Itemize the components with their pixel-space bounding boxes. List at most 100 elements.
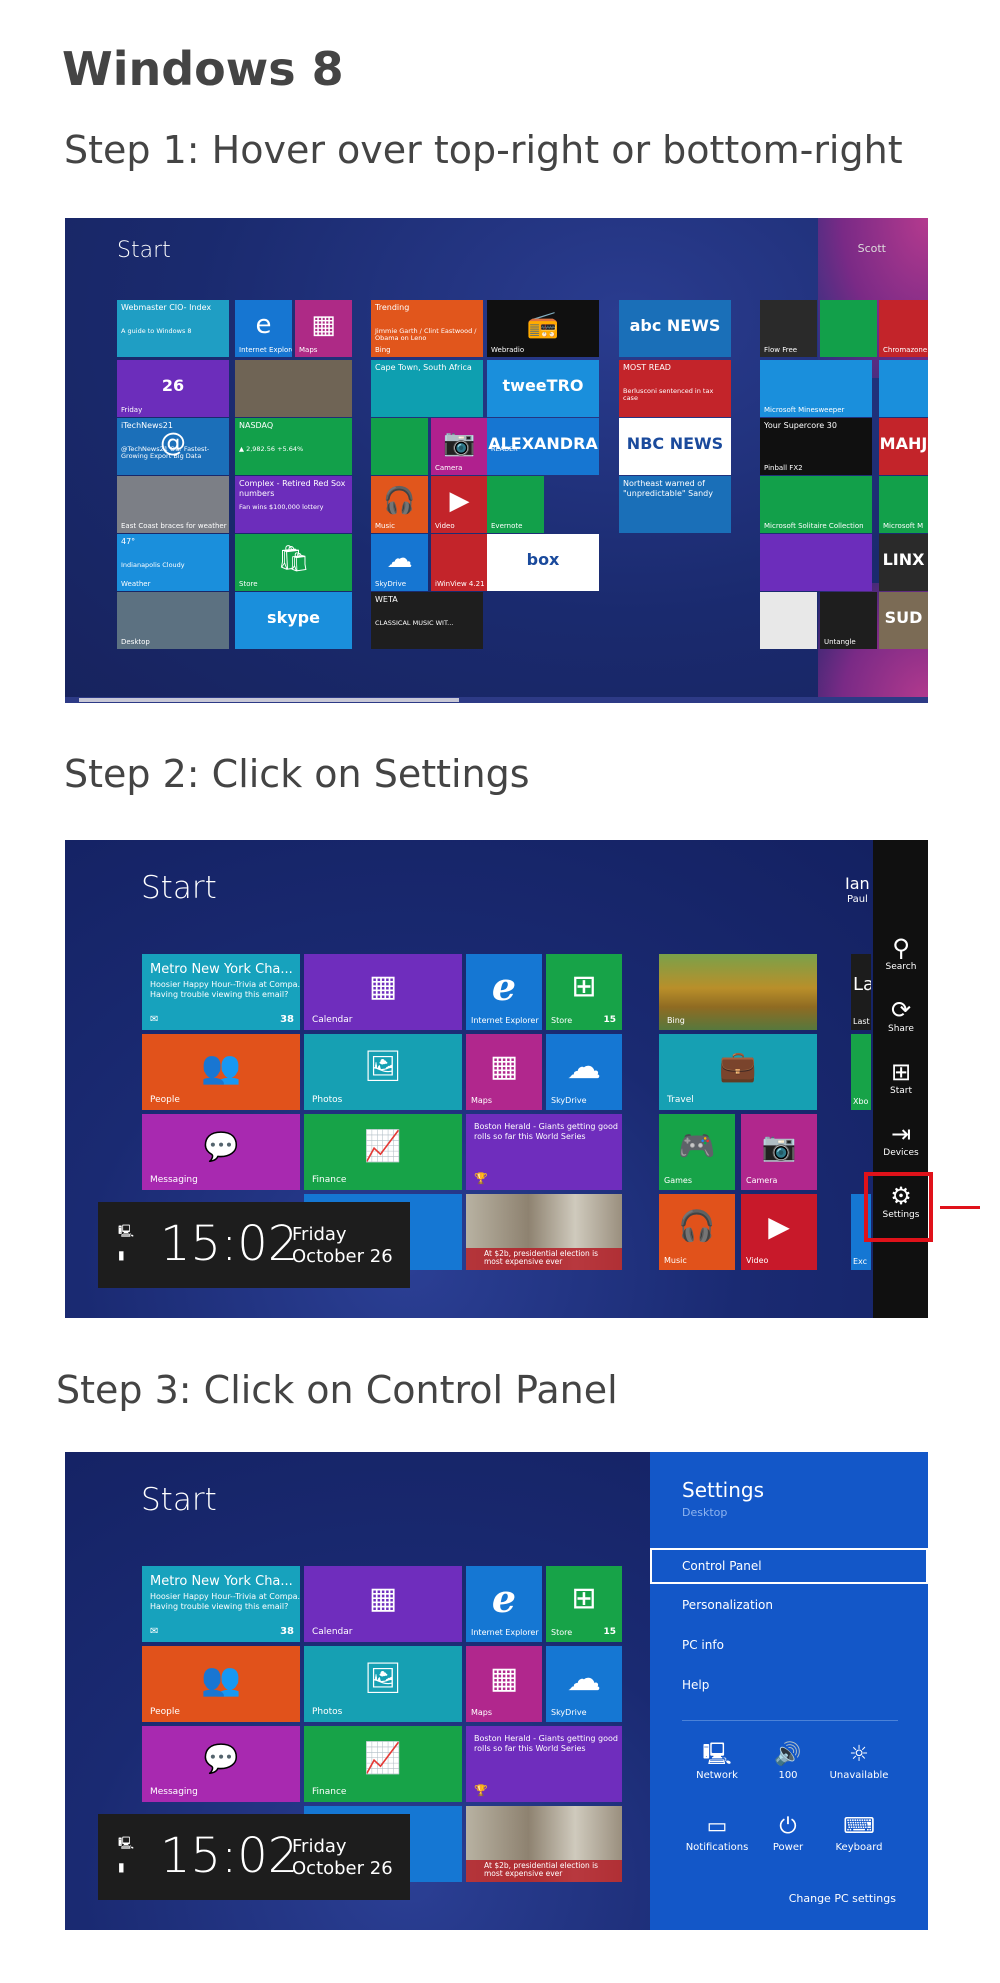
tile-store[interactable]: ⊞ Store 15 — [546, 1566, 622, 1642]
charm-start[interactable]: ⊞ Start — [871, 1058, 928, 1096]
start-tile[interactable]: 📻 Webradio — [487, 300, 599, 357]
scrollbar[interactable] — [65, 697, 928, 703]
start-tile[interactable]: WETA CLASSICAL MUSIC WIT... — [371, 592, 483, 649]
quick-notifications[interactable]: ▭ Notifications — [682, 1814, 752, 1853]
start-tile[interactable]: Your Supercore 30 Pinball FX2 — [760, 418, 872, 475]
clock-time: 15:02 — [160, 1828, 299, 1884]
tile-calendar[interactable]: ▦ Calendar — [304, 1566, 462, 1642]
scrollbar-thumb[interactable] — [79, 698, 459, 702]
quick-network[interactable]: 🖳 Network — [682, 1742, 752, 1781]
tile-news-photo[interactable]: At $2b, presidential election is most ex… — [466, 1194, 622, 1270]
tile-people[interactable]: 👥 People — [142, 1034, 300, 1110]
tile-internet-explorer[interactable]: e Internet Explorer — [466, 1566, 542, 1642]
start-tile[interactable]: ▶ Video — [431, 476, 488, 533]
quick-volume[interactable]: 🔊 100 — [753, 1742, 823, 1781]
tile-camera[interactable]: 📷 Camera — [741, 1114, 817, 1190]
start-tile[interactable]: 📷 Camera — [431, 418, 488, 475]
start-tile[interactable]: NBC NEWS — [619, 418, 731, 475]
start-tile[interactable]: abc NEWS — [619, 300, 731, 357]
start-tile[interactable]: Trending Jimmie Garth / Clint Eastwood / … — [371, 300, 483, 357]
start-tile[interactable]: LINX — [879, 534, 928, 591]
start-tile[interactable]: 🛍 Store — [235, 534, 352, 591]
tile-mail[interactable]: Metro New York Cha... Hoosier Happy Hour… — [142, 1566, 300, 1642]
tile-messaging[interactable]: 💬 Messaging — [142, 1114, 300, 1190]
start-tile[interactable] — [820, 300, 877, 357]
tile-calendar[interactable]: ▦ Calendar — [304, 954, 462, 1030]
start-tile[interactable]: Untangle — [820, 592, 877, 649]
menu-control-panel[interactable]: Control Panel — [650, 1548, 928, 1584]
tile-skydrive[interactable]: ☁ SkyDrive — [546, 1034, 622, 1110]
start-tile[interactable]: Chromazone — [879, 300, 928, 357]
menu-pc-info[interactable]: PC info — [650, 1628, 928, 1664]
start-tile[interactable]: skype — [235, 592, 352, 649]
start-tile[interactable] — [760, 592, 817, 649]
tile-maps[interactable]: ▦ Maps — [466, 1646, 542, 1722]
start-tile[interactable]: Webmaster CIO- Index A guide to Windows 8 — [117, 300, 229, 357]
start-tile[interactable]: iTechNews21 @TechNews21 Our Fastest-Growi… — [117, 418, 229, 475]
tile-internet-explorer[interactable]: e Internet Explorer — [466, 954, 542, 1030]
start-tile[interactable]: NASDAQ ▲ 2,982.56 +5.64% — [235, 418, 352, 475]
start-tile[interactable]: Microsoft M — [879, 476, 928, 533]
start-tile[interactable]: MOST READ Berlusconi sentenced in tax cas… — [619, 360, 731, 417]
start-tile[interactable]: 🎧 Music — [371, 476, 428, 533]
start-tile[interactable]: ▦ Maps — [295, 300, 352, 357]
tile-photos[interactable]: 🖼 Photos — [304, 1646, 462, 1722]
tile-mail[interactable]: Metro New York Cha... Hoosier Happy Hour… — [142, 954, 300, 1030]
tile-skydrive[interactable]: ☁ SkyDrive — [546, 1646, 622, 1722]
start-tile[interactable] — [760, 534, 872, 591]
tile-store[interactable]: ⊞ Store 15 — [546, 954, 622, 1030]
tile-finance[interactable]: 📈 Finance — [304, 1726, 462, 1802]
quick-keyboard[interactable]: ⌨ Keyboard — [824, 1814, 894, 1853]
change-pc-settings-link[interactable]: Change PC settings — [789, 1892, 896, 1905]
tile-edge[interactable]: Xbo — [851, 1034, 871, 1110]
charm-devices[interactable]: ⇥ Devices — [871, 1120, 928, 1158]
tile-news-photo[interactable]: At $2b, presidential election is most ex… — [466, 1806, 622, 1882]
start-tile[interactable]: 47° Indianapolis Cloudy Weather — [117, 534, 229, 591]
start-tile[interactable]: ☁ SkyDrive — [371, 534, 428, 591]
start-tile[interactable]: Flow Free — [760, 300, 817, 357]
tile-finance[interactable]: 📈 Finance — [304, 1114, 462, 1190]
menu-help[interactable]: Help — [650, 1668, 928, 1704]
start-tile[interactable]: Microsoft Minesweeper — [760, 360, 872, 417]
tile-icon: 🎧 — [383, 486, 416, 517]
start-tile[interactable]: Microsoft Solitaire Collection — [760, 476, 872, 533]
start-tile[interactable]: 26 Friday — [117, 360, 229, 417]
start-tile[interactable] — [879, 360, 928, 417]
start-tile[interactable]: East Coast braces for weather — [117, 476, 229, 533]
start-tile[interactable]: MAHJ — [879, 418, 928, 475]
start-tile[interactable] — [235, 360, 352, 417]
tile-edge[interactable]: La Last — [851, 954, 871, 1030]
start-tile[interactable]: Northeast warned of "unpredictable" Sand… — [619, 476, 731, 533]
start-tile[interactable]: Evernote — [487, 476, 544, 533]
tile-travel[interactable]: 💼 Travel — [659, 1034, 817, 1110]
tile-music[interactable]: 🎧 Music — [659, 1194, 735, 1270]
tile-photos[interactable]: 🖼 Photos — [304, 1034, 462, 1110]
tile-bing[interactable]: Bing — [659, 954, 817, 1030]
charm-search[interactable]: ⚲ Search — [871, 934, 928, 972]
quick-power[interactable]: ⏻ Power — [753, 1814, 823, 1853]
start-tile[interactable]: Desktop — [117, 592, 229, 649]
start-tile[interactable]: box — [487, 534, 599, 591]
start-tile[interactable]: Complex - Retired Red Sox numbers Fan win… — [235, 476, 352, 533]
menu-personalization[interactable]: Personalization — [650, 1588, 928, 1624]
tile-video[interactable]: ▶ Video — [741, 1194, 817, 1270]
start-tile[interactable] — [371, 418, 428, 475]
charm-share[interactable]: ⟳ Share — [871, 996, 928, 1034]
start-tile[interactable]: iWinView 4.21 — [431, 534, 488, 591]
tile-label: Friday — [121, 406, 143, 414]
tile-maps[interactable]: ▦ Maps — [466, 1034, 542, 1110]
start-tile[interactable]: tweeTRO — [487, 360, 599, 417]
tile-messaging[interactable]: 💬 Messaging — [142, 1726, 300, 1802]
tile-games[interactable]: 🎮 Games — [659, 1114, 735, 1190]
start-tile[interactable]: ALEXANDRA READER — [487, 418, 599, 475]
start-tile[interactable]: e Internet Explorer — [235, 300, 292, 357]
tile-news[interactable]: Boston Herald - Giants getting good roll… — [466, 1726, 622, 1802]
start-tile[interactable]: SUD — [879, 592, 928, 649]
quick-brightness[interactable]: ☼ Unavailable — [824, 1742, 894, 1781]
start-tile[interactable]: Cape Town, South Africa — [371, 360, 483, 417]
tile-people[interactable]: 👥 People — [142, 1646, 300, 1722]
people-icon: 👥 — [201, 1660, 241, 1699]
tile-news[interactable]: Boston Herald - Giants getting good roll… — [466, 1114, 622, 1190]
clock-overlay: 🖳 ▮ 15:02 Friday October 26 — [98, 1814, 410, 1900]
quick-label: 100 — [778, 1770, 798, 1781]
